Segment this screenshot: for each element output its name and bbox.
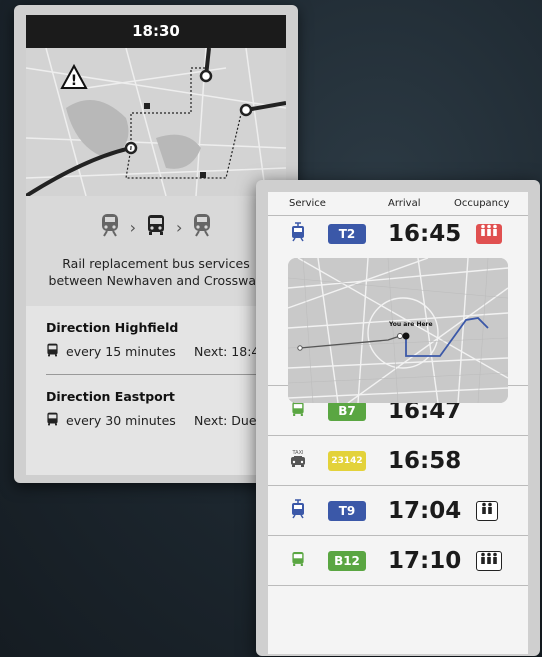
map-graphic: You are Here [288, 258, 508, 403]
disruption-map[interactable]: ! [26, 48, 286, 196]
occupancy-high-icon [476, 550, 502, 571]
warning-icon [62, 66, 86, 88]
chevron-right-icon: › [176, 217, 183, 237]
direction-title: Direction Eastport [46, 389, 175, 404]
replacement-info: › › Rail replacement bus services betwee… [26, 196, 286, 306]
bus-icon [46, 412, 66, 429]
route-badge: T2 [328, 224, 366, 244]
route-badge: B7 [328, 400, 366, 421]
frequency-text: every 15 minutes [66, 344, 176, 359]
train-icon [100, 213, 120, 242]
arrival-time: 16:58 [388, 447, 462, 474]
arrival-time: 17:10 [388, 547, 462, 574]
departures-inner: Service Arrival Occupancy T2 16:45 You a… [268, 192, 528, 654]
mode-sequence: › › [26, 211, 286, 243]
bus-icon [268, 401, 328, 421]
table-header: Service Arrival Occupancy [268, 192, 528, 216]
direction-title: Direction Highfield [46, 320, 179, 335]
tram-icon [268, 222, 328, 246]
arrival-time: 17:04 [388, 497, 462, 524]
next-departure: Next: 18:4 [194, 344, 260, 359]
header-service: Service [289, 198, 326, 209]
table-row: T2 16:45 [268, 216, 528, 252]
route-badge: T9 [328, 500, 366, 521]
screen-inner: 18:30 ! › › Rail replacement bus service… [26, 15, 286, 475]
header-arrival: Arrival [388, 198, 421, 209]
table-row[interactable]: B12 17:10 [268, 536, 528, 586]
bus-icon [146, 214, 166, 241]
next-departure: Next: Due [194, 413, 257, 428]
direction-details: every 15 minutes Next: 18:4 [46, 343, 286, 360]
route-badge: B12 [328, 550, 366, 571]
table-row[interactable]: TAXI 23142 16:58 [268, 436, 528, 486]
notice-line: Rail replacement bus services [62, 256, 250, 271]
departures-screen: Service Arrival Occupancy T2 16:45 You a… [256, 180, 540, 656]
bus-icon [268, 551, 328, 571]
header-occupancy: Occupancy [454, 198, 510, 209]
table-row[interactable]: T9 17:04 [268, 486, 528, 536]
train-icon [192, 213, 212, 242]
direction-item[interactable]: Direction Highfield every 15 minutes Nex… [26, 306, 286, 360]
frequency-text: every 30 minutes [66, 413, 176, 428]
occupancy-medium-icon [476, 500, 498, 521]
departure-row-expanded[interactable]: T2 16:45 You are Here [268, 216, 528, 403]
direction-item[interactable]: Direction Eastport every 30 minutes Next… [26, 375, 286, 429]
clock: 18:30 [26, 15, 286, 48]
taxi-label: TAXI [292, 450, 304, 456]
replacement-notice: Rail replacement bus services between Ne… [26, 255, 286, 289]
location-map[interactable]: You are Here [288, 258, 508, 403]
chevron-right-icon: › [129, 217, 136, 237]
bus-icon [46, 343, 66, 360]
notice-line: between Newhaven and Crossway [48, 273, 264, 288]
occupancy-full-icon [476, 224, 502, 244]
map-label: You are Here [388, 321, 433, 328]
arrival-time: 16:45 [388, 221, 462, 247]
tram-icon [268, 498, 328, 523]
direction-details: every 30 minutes Next: Due [46, 412, 286, 429]
route-badge: 23142 [328, 450, 366, 471]
taxi-icon: TAXI [268, 449, 328, 473]
